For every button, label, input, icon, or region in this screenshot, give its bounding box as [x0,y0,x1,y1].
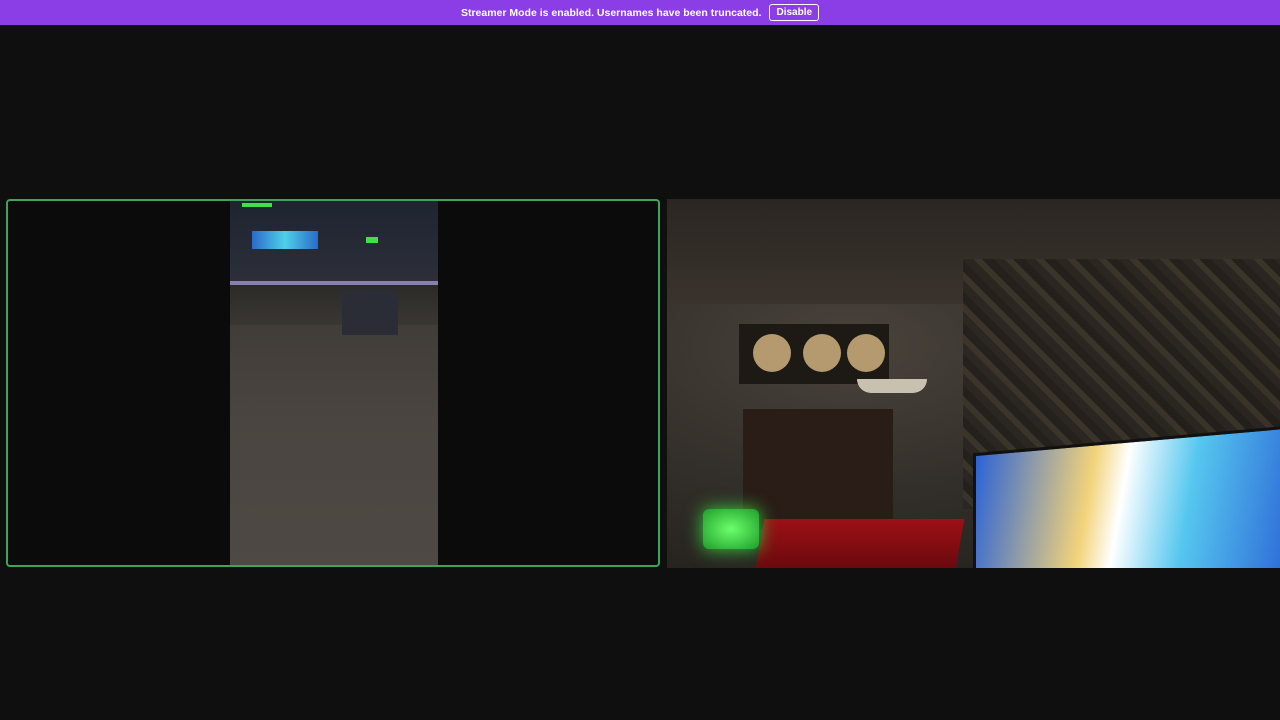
streamer-mode-message: Streamer Mode is enabled. Usernames have… [460,6,762,19]
camera-feed [667,199,1280,568]
disable-streamer-mode-button[interactable]: Disable [769,4,820,21]
streamer-mode-banner: Streamer Mode is enabled. Usernames have… [0,0,1280,25]
desk-surface [230,285,438,325]
red-object [753,519,965,568]
desk-leg [342,289,398,335]
room-shelf [743,409,893,529]
wall-poster [739,324,889,384]
floor-lamp [857,379,927,393]
video-tile-participant-1[interactable] [6,199,660,567]
monitor-green-bar [242,203,272,207]
green-glowing-mug [703,509,759,549]
camera-feed [230,201,438,565]
monitor-screen [230,201,438,285]
monitor-window [252,231,318,249]
video-tile-participant-2[interactable] [667,199,1280,568]
monitor-green-block [366,237,378,243]
video-call-stage [0,25,1280,720]
